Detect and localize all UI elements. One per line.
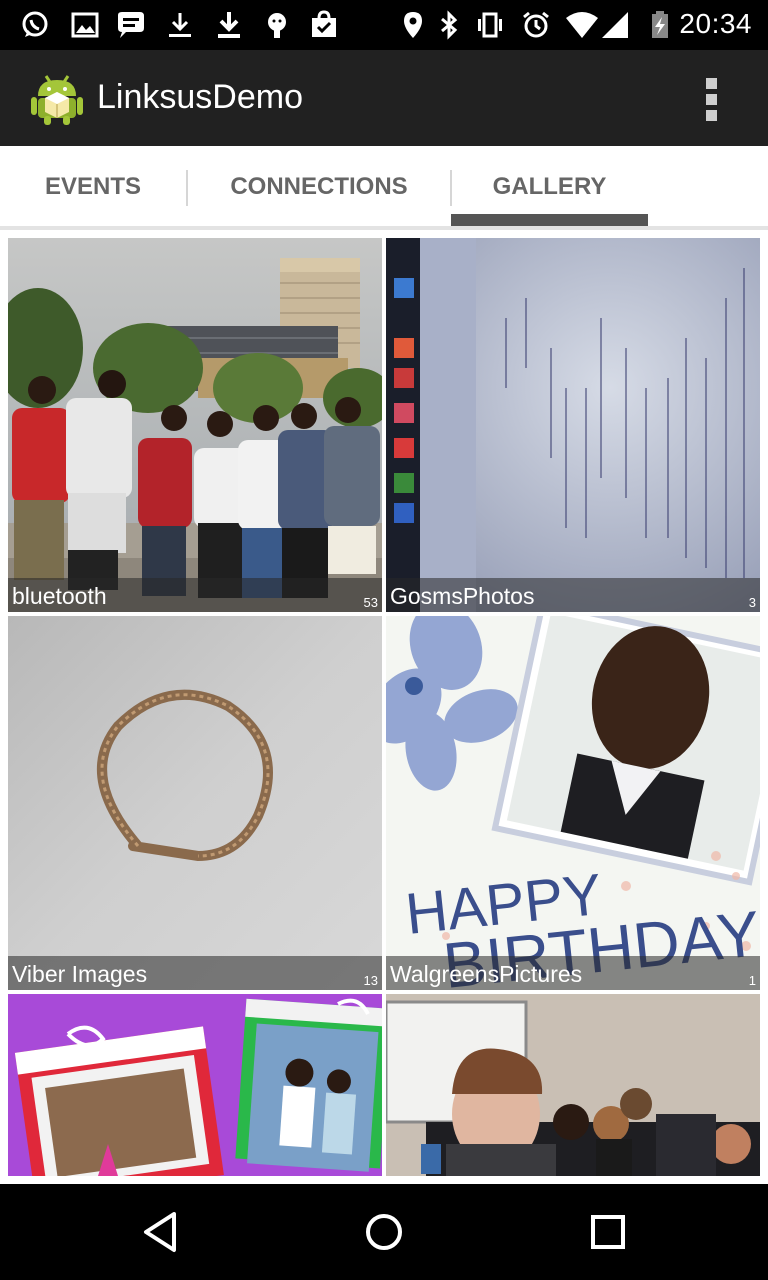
wifi-icon <box>566 12 598 38</box>
album-count: 13 <box>363 973 378 988</box>
store-icon <box>312 10 336 37</box>
album-thumbnail <box>8 994 382 1176</box>
album-count: 3 <box>748 595 756 610</box>
signal-icon <box>602 12 628 38</box>
tab-bar: EVENTS CONNECTIONS GALLERY <box>0 146 768 228</box>
download-icon <box>169 13 191 37</box>
tab-label: EVENTS <box>44 173 142 200</box>
download-icon <box>218 12 240 38</box>
album-thumbnail <box>386 238 760 612</box>
album-name: WalgreensPictures <box>390 961 583 987</box>
gallery-item-walgreenspictures[interactable]: HAPPY BIRTHDAY! WalgreensPictures 1 <box>386 616 760 990</box>
status-bar: 20:34 <box>0 0 768 50</box>
bluetooth-icon <box>441 10 458 40</box>
status-time: 20:34 <box>679 8 752 39</box>
app-title: LinksusDemo <box>97 78 303 116</box>
tab-label: GALLERY <box>492 173 607 200</box>
album-name: Viber Images <box>12 961 148 987</box>
album-thumbnail <box>8 238 382 612</box>
album-thumbnail <box>386 994 760 1176</box>
album-count: 1 <box>748 973 756 988</box>
tab-events[interactable]: EVENTS <box>0 146 186 228</box>
tab-connections[interactable]: CONNECTIONS <box>188 146 450 228</box>
vibrate-icon <box>478 12 502 38</box>
gallery-item-meeting[interactable] <box>386 994 760 1176</box>
album-name: bluetooth <box>12 583 107 609</box>
android-debug-icon <box>268 13 286 38</box>
gallery-item-gosmsphotos[interactable]: GosmsPhotos 3 <box>386 238 760 612</box>
gallery-item-viber-images[interactable]: Viber Images 13 <box>8 616 382 990</box>
home-icon[interactable] <box>360 1208 408 1256</box>
image-icon <box>71 12 99 38</box>
gallery-item-collage[interactable] <box>8 994 382 1176</box>
back-icon[interactable] <box>136 1208 184 1256</box>
album-thumbnail <box>8 616 382 990</box>
gallery-item-bluetooth[interactable]: bluetooth 53 <box>8 238 382 612</box>
action-bar: LinksusDemo <box>0 50 768 146</box>
overflow-menu-button[interactable] <box>690 72 734 126</box>
battery-charging-icon <box>652 11 668 38</box>
recents-icon[interactable] <box>584 1208 632 1256</box>
location-icon <box>404 12 422 38</box>
album-thumbnail: HAPPY BIRTHDAY! <box>386 616 760 990</box>
tab-label: CONNECTIONS <box>230 173 408 200</box>
tab-divider-line <box>0 226 768 230</box>
message-icon <box>118 12 144 38</box>
album-name: GosmsPhotos <box>390 583 535 609</box>
alarm-icon <box>523 11 549 38</box>
app-logo-icon <box>31 75 83 125</box>
whatsapp-icon <box>22 11 48 37</box>
album-count: 53 <box>363 595 378 610</box>
navigation-bar <box>0 1184 768 1280</box>
